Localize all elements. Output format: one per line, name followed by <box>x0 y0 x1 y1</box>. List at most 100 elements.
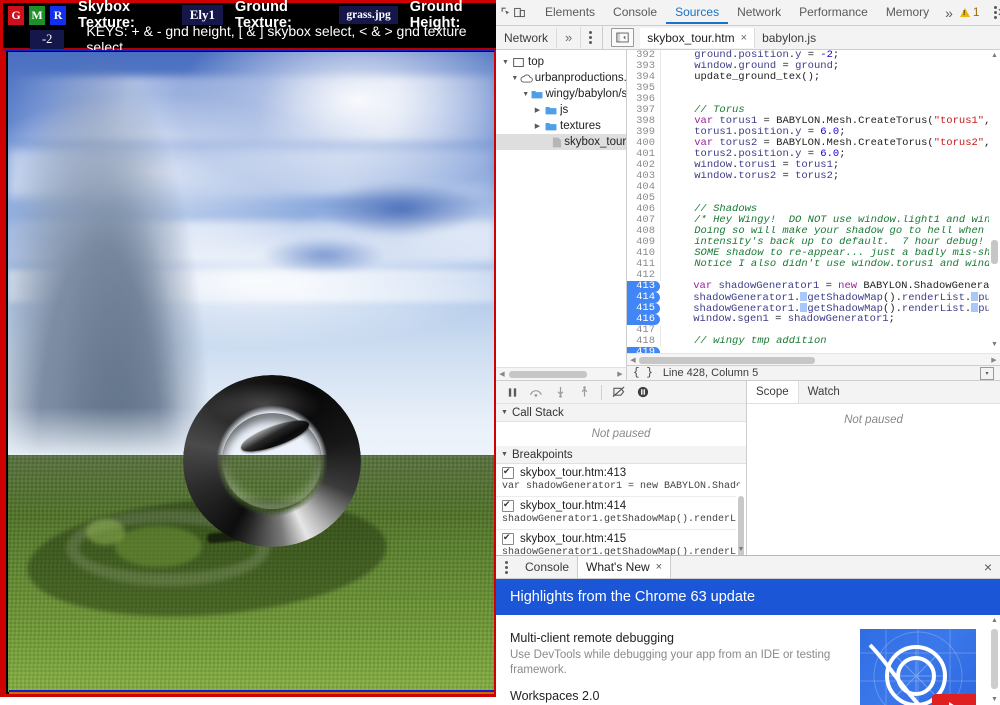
code-line[interactable]: 399 torus1.position.y = 6.0; <box>627 127 1000 138</box>
pause-script-button[interactable] <box>501 383 523 401</box>
breakpoint-location[interactable]: skybox_tour.htm:414 <box>520 500 626 512</box>
breakpoints-vscrollbar[interactable]: ▼ <box>736 486 746 555</box>
scroll-right-icon[interactable]: ▶ <box>988 356 1000 364</box>
tree-node-top[interactable]: top <box>496 54 626 70</box>
code-line[interactable]: 410 SOME shadow to re-appear... just a b… <box>627 248 1000 259</box>
code-line[interactable]: 402 window.torus1 = torus1; <box>627 160 1000 171</box>
code-line[interactable]: 395 <box>627 83 1000 94</box>
tree-node-domain[interactable]: urbanproductions.co <box>496 70 626 86</box>
tab-console[interactable]: Console <box>604 1 666 24</box>
code-text[interactable]: window.torus1 = torus1; <box>661 160 1000 171</box>
file-tab-babylon-js[interactable]: babylon.js <box>755 28 823 48</box>
youtube-play-icon[interactable] <box>932 694 976 705</box>
scroll-thumb[interactable] <box>509 370 587 378</box>
scroll-right-icon[interactable]: ▶ <box>614 370 626 378</box>
code-line[interactable]: 394 update_ground_tex(); <box>627 72 1000 83</box>
tree-node-file-skybox-tour[interactable]: skybox_tour.htm <box>496 134 626 150</box>
code-text[interactable]: // Torus <box>661 105 1000 116</box>
hud-button-m[interactable]: M <box>29 5 46 25</box>
call-stack-header[interactable]: ▼ Call Stack <box>496 404 746 422</box>
code-line[interactable]: 398 var torus1 = BABYLON.Mesh.CreateToru… <box>627 116 1000 127</box>
show-navigator-icon[interactable] <box>611 28 635 47</box>
step-out-button[interactable] <box>573 383 595 401</box>
code-line[interactable]: 397 // Torus <box>627 105 1000 116</box>
code-line[interactable]: 404 <box>627 182 1000 193</box>
code-text[interactable]: // Shadows <box>661 204 1000 215</box>
subbar-kebab-icon[interactable] <box>581 31 600 44</box>
breakpoints-header[interactable]: ▼ Breakpoints <box>496 446 746 464</box>
code-text[interactable] <box>661 182 1000 193</box>
code-line[interactable]: 409 intensity's back up to default. 7 ho… <box>627 237 1000 248</box>
code-text[interactable]: window.ground = ground; <box>661 61 1000 72</box>
code-line[interactable]: 408 Doing so will make your shadow go to… <box>627 226 1000 237</box>
whats-new-vscrollbar[interactable]: ▲ ▼ <box>989 615 1000 705</box>
breakpoint-location[interactable]: skybox_tour.htm:413 <box>520 467 626 479</box>
deactivate-breakpoints-button[interactable] <box>608 383 630 401</box>
code-text[interactable]: var torus1 = BABYLON.Mesh.CreateTorus("t… <box>661 116 1000 127</box>
code-line[interactable]: 414 shadowGenerator1. getShadowMap().rend… <box>627 292 1000 303</box>
code-line[interactable]: 406 // Shadows <box>627 204 1000 215</box>
code-text[interactable] <box>661 193 1000 204</box>
code-line[interactable]: 411 Notice I also didn't use window.toru… <box>627 259 1000 270</box>
code-text[interactable]: var shadowGenerator1 = new BABYLON.Shado… <box>660 281 1000 292</box>
code-editor[interactable]: 392 ground.position.y = -2; 393 window.gr… <box>627 50 1000 380</box>
file-tab-skybox-tour[interactable]: skybox_tour.htm × <box>640 27 756 48</box>
chevron-down-icon[interactable] <box>510 75 520 82</box>
breakpoint-item[interactable]: skybox_tour.htm:414 shadowGenerator1.get… <box>496 497 746 530</box>
code-text[interactable]: intensity's back up to default. 7 hour d… <box>661 237 1000 248</box>
scroll-up-icon[interactable]: ▲ <box>989 52 1000 63</box>
breakpoint-item[interactable]: skybox_tour.htm:413 var shadowGenerator1… <box>496 464 746 497</box>
breakpoint-checkbox[interactable] <box>502 466 514 479</box>
chevron-right-icon[interactable] <box>532 122 543 130</box>
scroll-thumb[interactable] <box>639 356 815 364</box>
code-lines[interactable]: 392 ground.position.y = -2; 393 window.gr… <box>627 50 1000 354</box>
code-line[interactable]: 393 window.ground = ground; <box>627 61 1000 72</box>
code-text[interactable]: // wingy tmp addition <box>661 336 1000 347</box>
code-line[interactable]: 413 var shadowGenerator1 = new BABYLON.S… <box>627 281 1000 292</box>
code-line[interactable]: 403 window.torus2 = torus2; <box>627 171 1000 182</box>
code-text[interactable] <box>661 325 1000 336</box>
code-text[interactable]: shadowGenerator1. getShadowMap().renderLi… <box>660 303 1000 314</box>
device-toolbar-icon[interactable] <box>513 3 526 23</box>
tab-memory[interactable]: Memory <box>877 1 938 24</box>
code-text[interactable]: update_ground_tex(); <box>661 72 1000 83</box>
editor-settings-icon[interactable]: ▾ <box>980 366 994 380</box>
code-line[interactable]: 407 /* Hey Wingy! DO NOT use window.ligh… <box>627 215 1000 226</box>
chrome-devtools-video-thumbnail[interactable] <box>860 629 976 705</box>
breakpoints-list[interactable]: skybox_tour.htm:413 var shadowGenerator1… <box>496 464 746 555</box>
skybox-texture-value[interactable]: Ely1 <box>181 5 224 25</box>
code-text[interactable] <box>661 83 1000 94</box>
file-tab-close-icon[interactable]: × <box>741 32 747 44</box>
code-text[interactable]: shadowGenerator1. getShadowMap().renderLi… <box>660 292 1000 303</box>
pause-on-exceptions-button[interactable] <box>632 383 654 401</box>
tab-sources[interactable]: Sources <box>666 1 728 24</box>
code-line[interactable]: 416 window.sgen1 = shadowGenerator1; <box>627 314 1000 325</box>
code-text[interactable]: Doing so will make your shadow go to hel… <box>661 226 1000 237</box>
drawer-tab-whats-new[interactable]: What's New × <box>577 556 672 578</box>
warning-badge[interactable]: 1 <box>959 7 984 19</box>
step-over-button[interactable] <box>525 383 547 401</box>
scroll-thumb[interactable] <box>991 240 998 264</box>
editor-vscrollbar[interactable]: ▲ ▼ <box>989 50 1000 354</box>
subtab-network[interactable]: Network <box>496 27 558 48</box>
scroll-thumb[interactable] <box>991 629 998 689</box>
breakpoint-item[interactable]: skybox_tour.htm:415 shadowGenerator1.get… <box>496 530 746 555</box>
code-line[interactable]: 417 <box>627 325 1000 336</box>
subtab-more-icon[interactable]: » <box>557 27 582 48</box>
drawer-kebab-icon[interactable] <box>496 556 517 578</box>
babylon-canvas[interactable] <box>3 50 496 697</box>
code-text[interactable]: window.sgen1 = shadowGenerator1; <box>660 314 1000 325</box>
code-text[interactable]: torus2.position.y = 6.0; <box>661 149 1000 160</box>
code-line[interactable]: 396 <box>627 94 1000 105</box>
scroll-left-icon[interactable]: ◀ <box>627 356 639 364</box>
code-text[interactable]: ground.position.y = -2; <box>661 50 1000 61</box>
code-line[interactable]: 415 shadowGenerator1. getShadowMap().rend… <box>627 303 1000 314</box>
tab-scope[interactable]: Scope <box>747 381 799 403</box>
more-tabs-icon[interactable]: » <box>938 2 960 24</box>
scroll-left-icon[interactable]: ◀ <box>496 370 508 378</box>
scroll-down-icon[interactable]: ▼ <box>736 546 746 553</box>
tab-network[interactable]: Network <box>728 1 790 24</box>
scroll-down-icon[interactable]: ▼ <box>989 696 1000 703</box>
chevron-down-icon[interactable] <box>521 91 531 98</box>
code-text[interactable]: window.torus2 = torus2; <box>661 171 1000 182</box>
